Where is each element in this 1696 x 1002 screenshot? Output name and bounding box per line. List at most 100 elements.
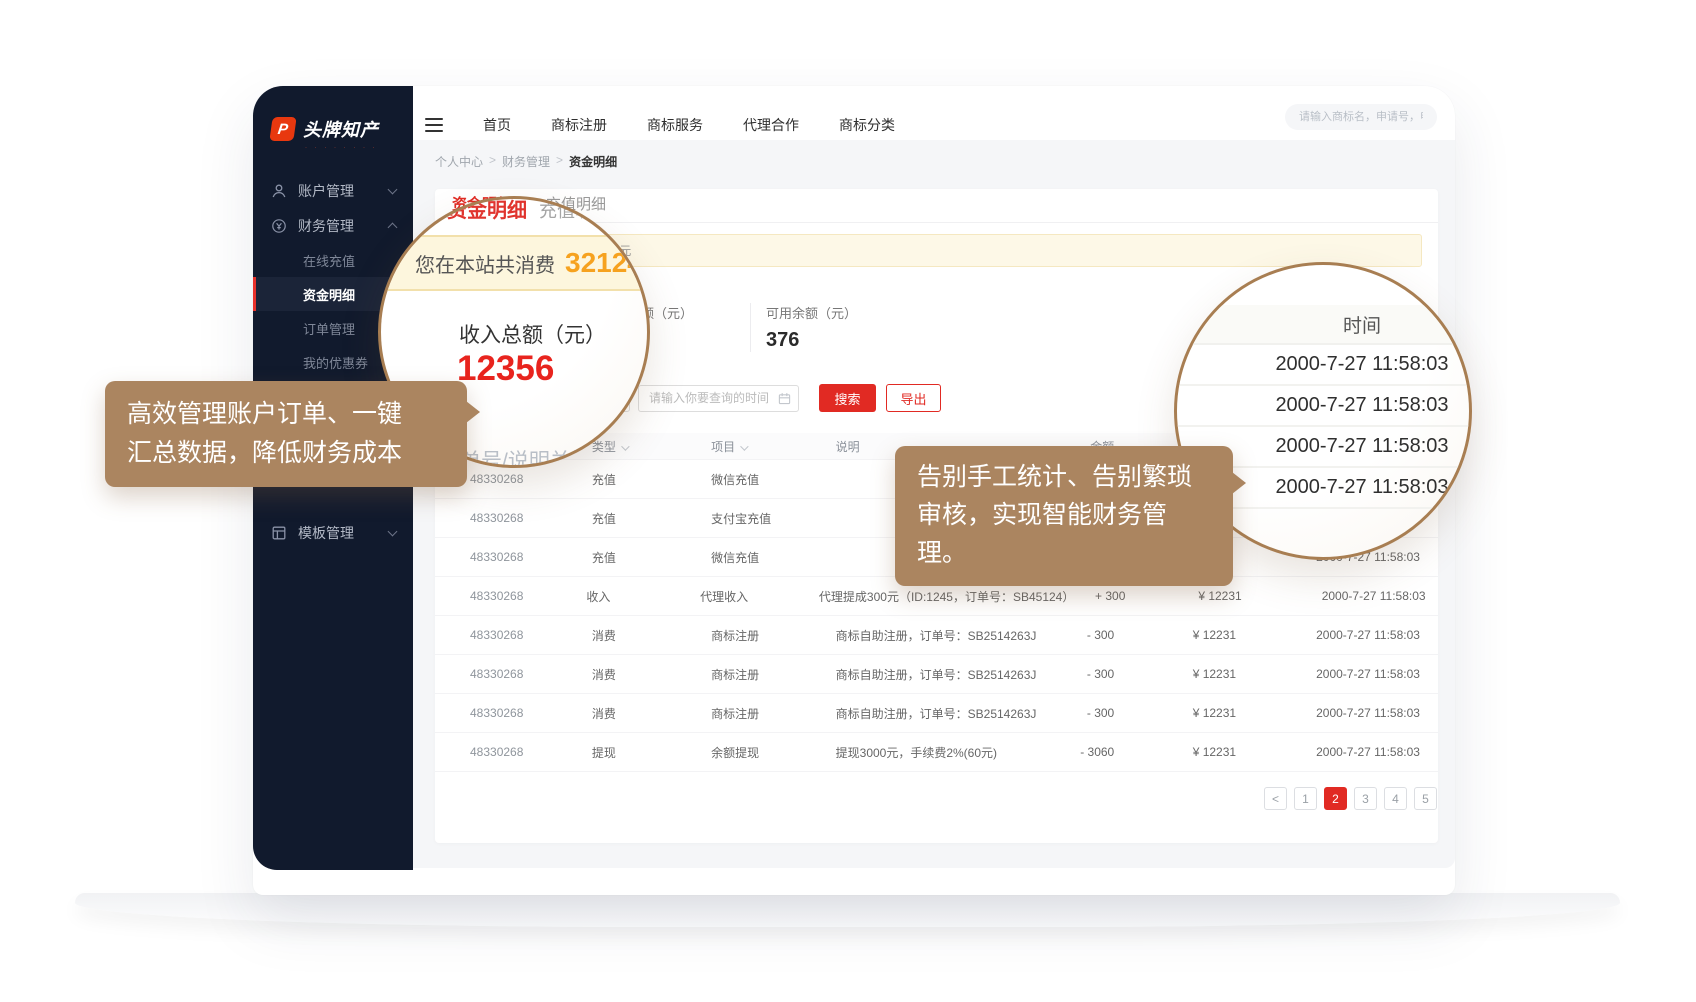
- brand-logo-icon: P: [269, 117, 296, 141]
- cell-time: 2000-7-27 11:58:03: [1236, 706, 1438, 720]
- cell-balance: ¥ 12231: [1114, 667, 1236, 681]
- cell-time: 2000-7-27 11:58:03: [1236, 667, 1438, 681]
- magnified-stat-value: 12356: [457, 349, 554, 389]
- cell-amount: - 300: [1045, 667, 1115, 681]
- cell-amount: - 300: [1045, 628, 1115, 642]
- breadcrumb-separator: >: [489, 153, 496, 170]
- top-menu-item-5[interactable]: 商标分类: [839, 115, 895, 135]
- top-navbar: 首页 商标注册 商标服务 代理合作 商标分类: [413, 86, 1455, 140]
- magnified-banner-prefix: 您在本站共消费: [415, 249, 555, 278]
- table-row: 48330268消费商标注册商标自助注册，订单号：SB2514263J- 300…: [435, 694, 1438, 733]
- cell-order: 48330268: [470, 706, 592, 720]
- top-menu-item-4[interactable]: 代理合作: [743, 115, 799, 135]
- cell-desc: 商标自助注册，订单号：SB2514263J: [836, 627, 1045, 644]
- cell-item: 商标注册: [711, 627, 836, 644]
- cell-item: 支付宝充值: [711, 510, 836, 527]
- cell-balance: ¥ 12231: [1114, 628, 1236, 642]
- sort-caret-icon[interactable]: [740, 442, 748, 450]
- cell-desc: 商标自助注册，订单号：SB2514263J: [836, 705, 1045, 722]
- top-menu-item-2[interactable]: 商标注册: [551, 115, 607, 135]
- top-menu-item-1[interactable]: 首页: [483, 115, 511, 135]
- magnified-tab-label: 资金明细: [447, 196, 527, 223]
- search-button[interactable]: 搜索: [819, 384, 876, 412]
- cell-order: 48330268: [470, 472, 592, 486]
- page-button-5[interactable]: 5: [1414, 787, 1437, 810]
- callout-left: 高效管理账户订单、一键 汇总数据，降低财务成本: [105, 381, 467, 487]
- cell-type: 充值: [592, 471, 711, 488]
- cell-desc: 代理提成300元（ID:1245，订单号：SB45124）: [819, 588, 1059, 605]
- template-icon: [271, 525, 287, 541]
- cell-order: 48330268: [470, 628, 592, 642]
- cell-time: 2000-7-27 11:58:03: [1236, 628, 1438, 642]
- cell-time: 2000-7-27 11:58:03: [1236, 745, 1438, 759]
- cell-order: 48330268: [470, 667, 592, 681]
- export-button[interactable]: 导出: [886, 384, 941, 412]
- chevron-up-icon: [388, 222, 398, 232]
- page-prev-button[interactable]: <: [1264, 787, 1287, 810]
- cell-balance: ¥ 12231: [1125, 589, 1241, 603]
- top-menu-item-3[interactable]: 商标服务: [647, 115, 703, 135]
- page-button-1[interactable]: 1: [1294, 787, 1317, 810]
- sidebar-item[interactable]: 账户管理: [253, 173, 413, 208]
- column-header[interactable]: 项目: [711, 438, 836, 455]
- magnified-tab2-label: 充值明细: [539, 197, 611, 223]
- chevron-down-icon: [388, 526, 398, 536]
- time-query-input[interactable]: [638, 385, 799, 412]
- trademark-search-input[interactable]: [1285, 104, 1437, 130]
- brand-name: 头牌知产: [303, 116, 379, 142]
- stat-available-balance: 可用余额（元） 376: [750, 303, 910, 352]
- cell-item: 微信充值: [711, 549, 836, 566]
- cell-amount: - 3060: [1045, 745, 1115, 759]
- cell-amount: - 300: [1045, 706, 1115, 720]
- stat-label: 可用余额（元）: [766, 303, 910, 322]
- stat-value: 376: [766, 329, 910, 352]
- breadcrumb-separator: >: [556, 153, 563, 170]
- cell-type: 消费: [592, 666, 711, 683]
- sidebar-item-label: 模板管理: [298, 523, 354, 543]
- cell-item: 微信充值: [711, 471, 836, 488]
- hamburger-icon[interactable]: [425, 118, 443, 132]
- breadcrumb-current: 资金明细: [569, 153, 617, 170]
- column-header[interactable]: 类型: [592, 438, 711, 455]
- finance-icon: [271, 218, 287, 234]
- breadcrumb-item[interactable]: 个人中心: [435, 153, 483, 170]
- sidebar-item-label: 账户管理: [298, 181, 354, 201]
- pagination: <12345>: [1264, 787, 1438, 810]
- magnified-time-cell: 2000-7-27 11:58:03: [1174, 386, 1472, 427]
- cell-item: 商标注册: [711, 666, 836, 683]
- page-button-4[interactable]: 4: [1384, 787, 1407, 810]
- magnified-stat-label: 收入总额（元）: [459, 319, 606, 349]
- breadcrumb-item[interactable]: 财务管理: [502, 153, 550, 170]
- magnified-banner-amount: 32124: [565, 247, 643, 279]
- sort-caret-icon[interactable]: [621, 442, 629, 450]
- cell-type: 收入: [586, 588, 700, 605]
- sidebar-item-label: 财务管理: [298, 216, 354, 236]
- breadcrumb: 个人中心 > 财务管理 > 资金明细: [435, 153, 1455, 170]
- cell-item: 商标注册: [711, 705, 836, 722]
- cell-amount: + 300: [1059, 589, 1125, 603]
- cell-desc: 提现3000元，手续费2%(60元): [836, 744, 1045, 761]
- cell-type: 充值: [592, 549, 711, 566]
- cell-item: 余额提现: [711, 744, 836, 761]
- cell-balance: ¥ 12231: [1114, 706, 1236, 720]
- table-row: 48330268消费商标注册商标自助注册，订单号：SB2514263J- 300…: [435, 616, 1438, 655]
- cell-type: 提现: [592, 744, 711, 761]
- table-row: 48330268提现余额提现提现3000元，手续费2%(60元)- 3060¥ …: [435, 733, 1438, 772]
- chevron-down-icon: [388, 184, 398, 194]
- brand: P 头牌知产 · · · · · · · ·: [253, 86, 413, 151]
- cell-item: 代理收入: [700, 588, 819, 605]
- sidebar-item[interactable]: 模板管理: [253, 515, 413, 550]
- page-button-2[interactable]: 2: [1324, 787, 1347, 810]
- magnified-time-header: 时间: [1174, 305, 1472, 345]
- user-icon: [271, 183, 287, 199]
- cell-type: 消费: [592, 627, 711, 644]
- cell-order: 48330268: [470, 745, 592, 759]
- cell-balance: ¥ 12231: [1114, 745, 1236, 759]
- cell-order: 48330268: [470, 511, 592, 525]
- marketing-screenshot: P 头牌知产 · · · · · · · · 账户管理财务管理在线充值资金明细订…: [0, 0, 1696, 1002]
- callout-right: 告别手工统计、告别繁琐 审核，实现智能财务管 理。: [895, 446, 1233, 586]
- top-menu: 首页 商标注册 商标服务 代理合作 商标分类: [483, 115, 895, 135]
- page-button-3[interactable]: 3: [1354, 787, 1377, 810]
- magnified-banner: 您在本站共消费 32124: [378, 235, 650, 291]
- laptop-base: [75, 893, 1620, 927]
